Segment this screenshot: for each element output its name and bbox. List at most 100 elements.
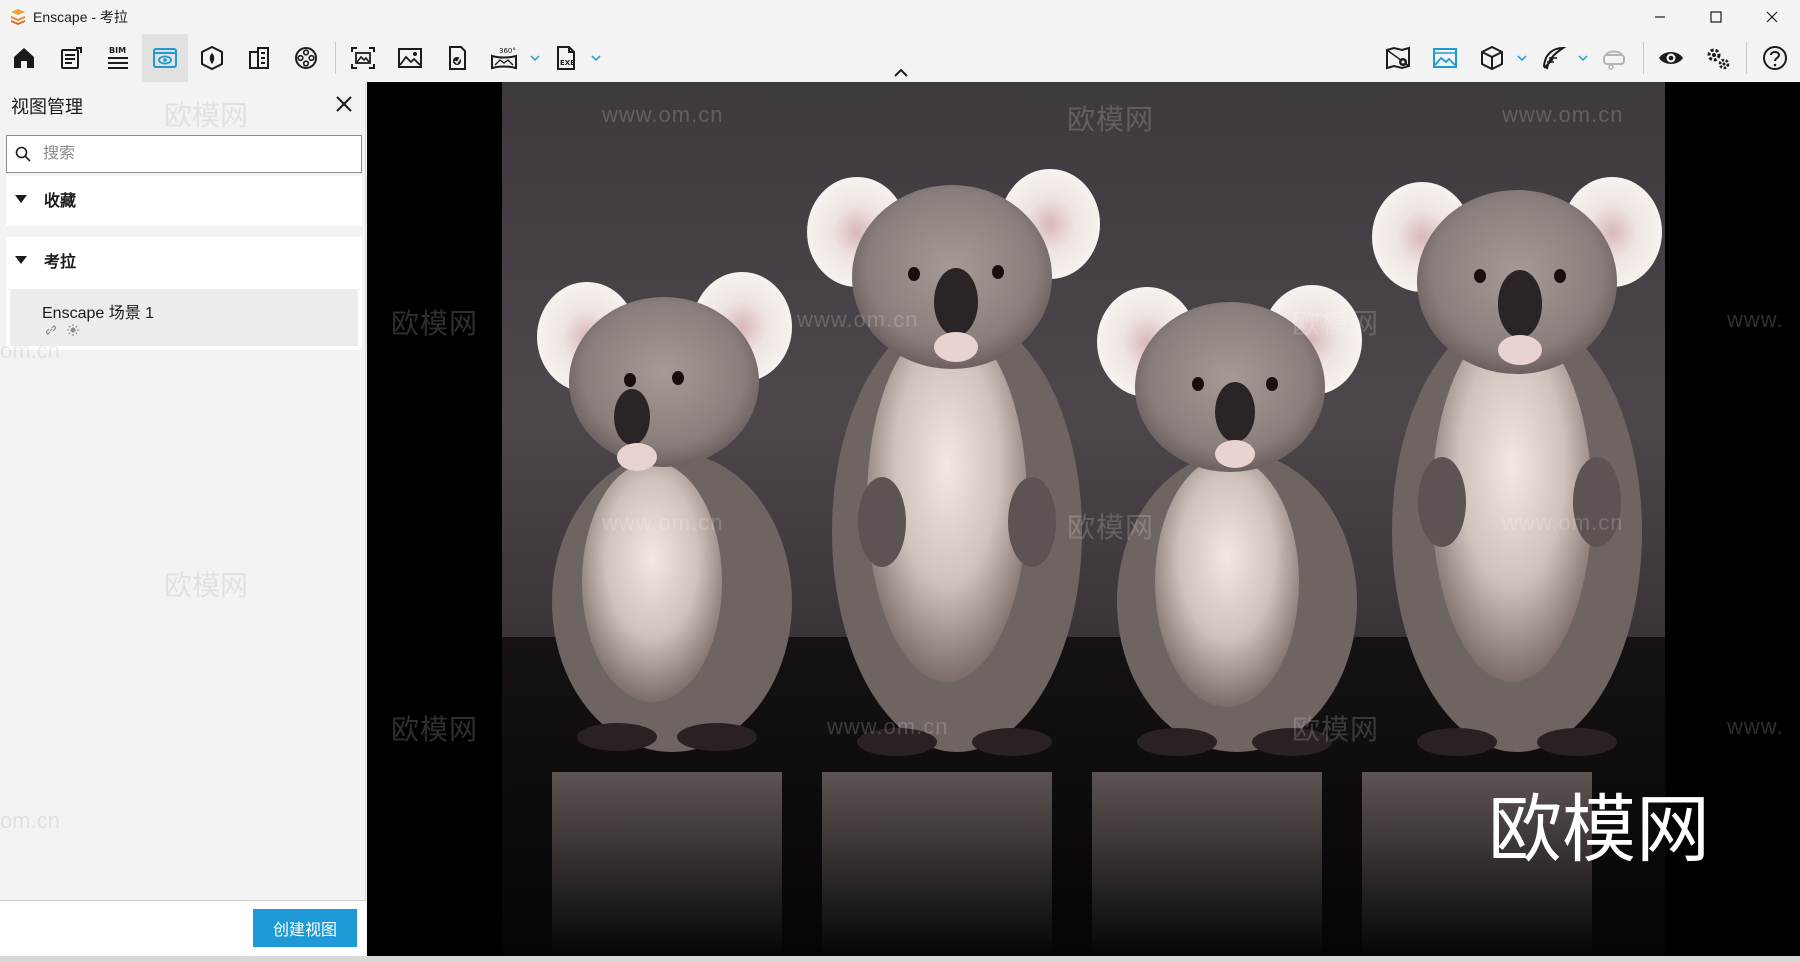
maximize-button[interactable] xyxy=(1688,0,1744,34)
bim-button[interactable]: BIM xyxy=(95,34,141,82)
panel-title: 视图管理 xyxy=(11,97,83,117)
enscape-logo-icon xyxy=(11,9,25,25)
map-button[interactable] xyxy=(1375,34,1421,82)
visual-settings-icon xyxy=(153,48,177,68)
panorama-dropdown[interactable] xyxy=(527,34,543,82)
map-location-icon xyxy=(1386,46,1410,70)
view-item[interactable]: Enscape 场景 1 xyxy=(10,289,358,346)
close-icon xyxy=(1766,11,1778,23)
view-management-panel: 视图管理 收藏 考拉 Enscape 场景 1 欧模网 om.cn 欧模网 om… xyxy=(0,82,366,956)
watermark-url: www.om.cn xyxy=(602,102,724,127)
watermark-url: www.om.cn xyxy=(1502,510,1624,535)
home-icon xyxy=(14,48,34,68)
vr-headset-icon xyxy=(1603,50,1625,70)
help-icon xyxy=(1763,46,1787,70)
watermark-url: om.cn xyxy=(0,808,60,833)
image-icon xyxy=(398,48,422,68)
render-viewport[interactable]: www.om.cn 欧模网 www.om.cn 欧模网 www.om.cn 欧模… xyxy=(367,82,1800,956)
watermark: 欧模网 xyxy=(1067,512,1155,543)
export-dropdown[interactable] xyxy=(588,34,604,82)
video-editor-button[interactable] xyxy=(283,34,329,82)
favorites-section: 收藏 xyxy=(6,176,362,226)
watermark-logo: 欧模网 xyxy=(1488,787,1710,873)
edit-document-icon xyxy=(61,47,82,69)
window-controls xyxy=(1632,0,1800,34)
chevron-down-icon xyxy=(591,55,601,62)
view-meta xyxy=(44,323,80,337)
watermark-url: www. xyxy=(1727,307,1784,332)
exe-export-icon: EXE xyxy=(557,46,575,70)
watermark: 欧模网 xyxy=(1292,714,1380,745)
building-icon xyxy=(249,47,269,69)
materials-button[interactable] xyxy=(236,34,282,82)
window-title: Enscape - 考拉 xyxy=(33,9,128,25)
watermark-url: www. xyxy=(1727,714,1784,739)
chevron-down-icon xyxy=(1517,55,1527,62)
toolbar-separator xyxy=(1643,42,1644,74)
sun-icon xyxy=(67,324,79,336)
bim-icon: BIM xyxy=(108,46,128,69)
video-reel-icon xyxy=(295,47,317,69)
watermark-url: www.om.cn xyxy=(1502,102,1624,127)
window-bottom-border xyxy=(0,956,1800,962)
settings-icon xyxy=(1707,48,1730,70)
search-box xyxy=(6,135,362,173)
image-view-button[interactable] xyxy=(1422,34,1468,82)
panel-footer: 创建视图 xyxy=(0,900,366,956)
watermark: 欧模网 xyxy=(164,100,249,131)
asset-library-button[interactable] xyxy=(189,34,235,82)
svg-text:EXE: EXE xyxy=(560,59,575,67)
panorama-360-icon: 360° xyxy=(491,47,517,70)
watermark-url: www.om.cn xyxy=(602,510,724,535)
screenshot-icon xyxy=(351,47,375,69)
watermark-url: www.om.cn xyxy=(797,307,919,332)
sketch-dropdown[interactable] xyxy=(1575,34,1591,82)
toolbar-separator xyxy=(1746,42,1747,74)
svg-text:BIM: BIM xyxy=(109,46,126,55)
watermark: 欧模网 xyxy=(164,570,249,601)
chevron-down-icon xyxy=(1578,55,1588,62)
svg-text:360°: 360° xyxy=(499,47,516,55)
title-bar: Enscape - 考拉 xyxy=(0,0,1800,34)
batch-render-icon xyxy=(449,46,466,70)
collapse-triangle-icon xyxy=(15,256,27,264)
minimize-button[interactable] xyxy=(1632,0,1688,34)
cube-view-button[interactable] xyxy=(1469,34,1515,82)
chevron-down-icon xyxy=(530,55,540,62)
close-icon[interactable] xyxy=(332,92,356,116)
search-input[interactable] xyxy=(43,145,343,163)
search-icon xyxy=(15,146,31,162)
exe-export-button[interactable]: EXE xyxy=(543,34,589,82)
live-view-button[interactable] xyxy=(1648,34,1694,82)
create-view-button[interactable]: 创建视图 xyxy=(253,909,357,947)
cube-icon xyxy=(1481,45,1503,71)
image-view-icon xyxy=(1433,48,1457,68)
batch-render-button[interactable] xyxy=(434,34,480,82)
koala-section-header[interactable]: 考拉 xyxy=(6,237,362,283)
maximize-icon xyxy=(1710,11,1722,23)
watermark-url: om.cn xyxy=(0,338,60,363)
help-button[interactable] xyxy=(1752,34,1798,82)
asset-library-icon xyxy=(201,45,223,71)
settings-button[interactable] xyxy=(1695,34,1741,82)
eye-icon xyxy=(1659,52,1683,64)
watermark: 欧模网 xyxy=(391,308,479,339)
watermark: 欧模网 xyxy=(1067,104,1155,135)
home-button[interactable] xyxy=(1,34,47,82)
vr-headset-button[interactable] xyxy=(1591,34,1637,82)
sketch-mode-button[interactable] xyxy=(1530,34,1576,82)
visual-settings-button[interactable] xyxy=(142,34,188,82)
favorites-section-header[interactable]: 收藏 xyxy=(6,176,362,222)
watermark: 欧模网 xyxy=(1292,308,1380,339)
view-management-button[interactable] xyxy=(48,34,94,82)
minimize-icon xyxy=(1655,16,1665,18)
close-window-button[interactable] xyxy=(1744,0,1800,34)
render-image-button[interactable] xyxy=(387,34,433,82)
watermark: 欧模网 xyxy=(391,714,479,745)
cube-dropdown[interactable] xyxy=(1514,34,1530,82)
panorama-button[interactable]: 360° xyxy=(481,34,527,82)
link-icon xyxy=(45,325,57,335)
collapse-toolbar-icon[interactable] xyxy=(892,66,910,80)
section-label: 考拉 xyxy=(44,254,77,271)
screenshot-button[interactable] xyxy=(340,34,386,82)
